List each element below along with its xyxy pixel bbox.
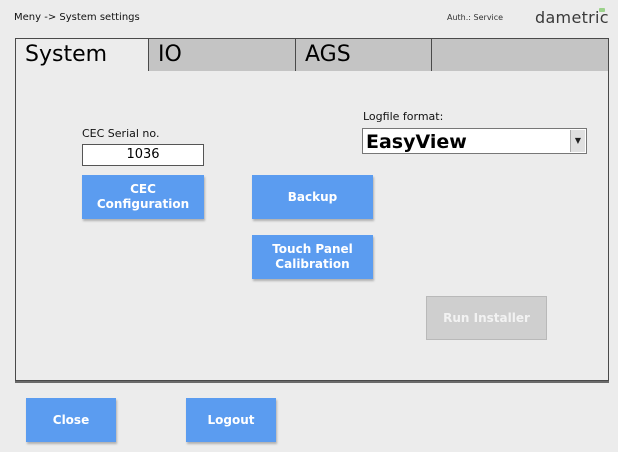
logout-button[interactable]: Logout xyxy=(186,398,276,442)
tab-system[interactable]: System xyxy=(16,39,149,71)
close-button[interactable]: Close xyxy=(26,398,116,442)
cec-configuration-button[interactable]: CEC Configuration xyxy=(82,175,204,219)
logfile-format-label: Logfile format: xyxy=(363,110,444,123)
logo: dametric xyxy=(535,8,609,27)
touch-panel-calibration-button[interactable]: Touch Panel Calibration xyxy=(252,235,373,279)
cec-serial-field[interactable]: 1036 xyxy=(82,144,204,166)
tab-ags[interactable]: AGS xyxy=(296,39,432,71)
auth-level: Auth.: Service xyxy=(447,13,504,22)
logo-accent-icon xyxy=(599,8,605,12)
breadcrumb: Meny -> System settings xyxy=(14,12,140,23)
logfile-format-select[interactable]: EasyView ▼ xyxy=(362,128,587,154)
backup-button[interactable]: Backup xyxy=(252,175,373,219)
tab-bar: System IO AGS xyxy=(15,38,609,72)
run-installer-button[interactable]: Run Installer xyxy=(426,296,547,340)
chevron-down-icon[interactable]: ▼ xyxy=(570,130,585,152)
cec-serial-label: CEC Serial no. xyxy=(82,127,160,140)
tab-io[interactable]: IO xyxy=(149,39,296,71)
logfile-format-value: EasyView xyxy=(366,131,467,153)
top-bar: Meny -> System settings Auth.: Service d… xyxy=(0,0,618,36)
